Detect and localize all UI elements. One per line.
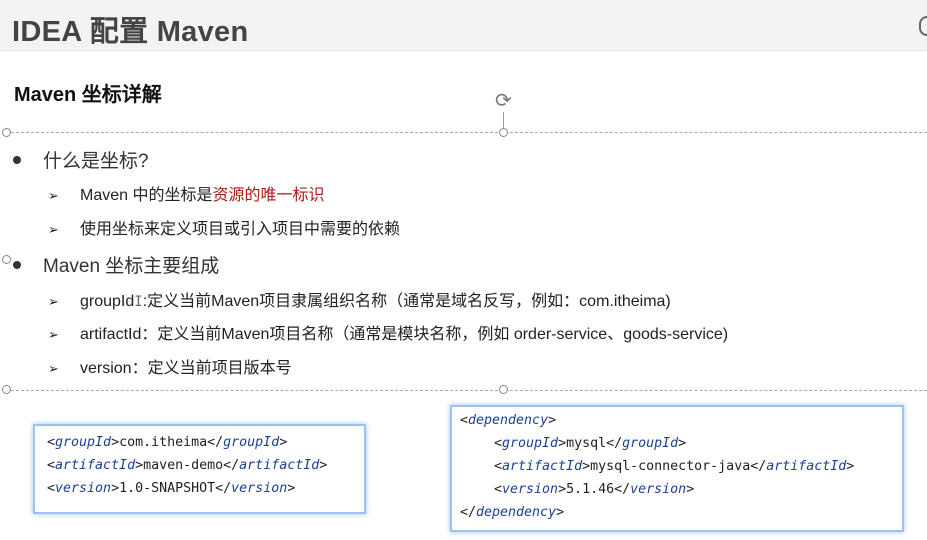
code-snippet-project: <groupId>com.itheima</groupId> <artifact… (33, 424, 366, 514)
code-line: <artifactId>mysql-connector-java</artifa… (494, 459, 855, 474)
sub-item-groupid: ➢ groupIdI:定义当前Maven项目隶属组织名称（通常是域名反写，例如：c… (48, 287, 671, 311)
resize-handle-top-left[interactable] (2, 128, 11, 137)
arrow-bullet-icon: ➢ (48, 294, 59, 309)
code-line: <artifactId>maven-demo</artifactId> (47, 458, 328, 473)
code-line: </dependency> (460, 505, 565, 520)
resize-handle-left[interactable] (2, 255, 11, 264)
section-title: Maven 坐标详解 (14, 84, 162, 106)
sub-item-unique-id: ➢ Maven 中的坐标是资源的唯一标识 (48, 181, 325, 205)
bullet-coordinate-components: Maven 坐标主要组成 (13, 251, 219, 278)
sub-item-text: 使用坐标来定义项目或引入项目中需要的依赖 (80, 221, 401, 238)
resize-handle-bottom[interactable] (499, 385, 508, 394)
slide-title: IDEA 配置 Maven (12, 16, 249, 48)
arrow-bullet-icon: ➢ (48, 222, 59, 237)
bullet-what-is-coordinate: 什么是坐标? (13, 146, 149, 173)
resize-handle-top[interactable] (499, 128, 508, 137)
bullet-dot (13, 260, 21, 269)
sub-item-version: ➢ version：定义当前项目版本号 (48, 354, 292, 378)
arrow-bullet-icon: ➢ (48, 361, 59, 376)
code-line: <dependency> (460, 413, 557, 428)
sub-item-text: version：定义当前项目版本号 (80, 360, 292, 377)
sub-item-text: groupId (80, 293, 135, 310)
rotate-icon[interactable]: ⟳ (495, 91, 512, 111)
bullet-text: 什么是坐标? (43, 151, 149, 172)
code-line: <version>1.0-SNAPSHOT</version> (47, 481, 296, 496)
highlighted-text: 资源的唯一标识 (212, 187, 325, 204)
code-line: <groupId>com.itheima</groupId> (47, 435, 288, 450)
resize-handle-bottom-left[interactable] (2, 385, 11, 394)
arrow-bullet-icon: ➢ (48, 188, 59, 203)
sub-item-text: artifactId：定义当前Maven项目名称（通常是模块名称，例如 orde… (80, 326, 729, 343)
arrow-bullet-icon: ➢ (48, 327, 59, 342)
code-line: <groupId>mysql</groupId> (494, 436, 687, 451)
code-snippet-dependency: <dependency> <groupId>mysql</groupId> <a… (450, 405, 904, 532)
sub-item-text: Maven 中的坐标是 (80, 187, 213, 204)
corner-tab-icon (919, 16, 927, 36)
code-line: <version>5.1.46</version> (494, 482, 695, 497)
sub-item-text: :定义当前Maven项目隶属组织名称（通常是域名反写，例如：com.itheim… (142, 293, 671, 310)
sub-item-usage: ➢ 使用坐标来定义项目或引入项目中需要的依赖 (48, 215, 400, 239)
slide-header: IDEA 配置 Maven (0, 0, 927, 51)
bullet-dot (13, 155, 21, 164)
bullet-text: Maven 坐标主要组成 (43, 256, 220, 277)
text-cursor-icon: I (134, 294, 143, 310)
sub-item-artifactid: ➢ artifactId：定义当前Maven项目名称（通常是模块名称，例如 ord… (48, 320, 728, 344)
